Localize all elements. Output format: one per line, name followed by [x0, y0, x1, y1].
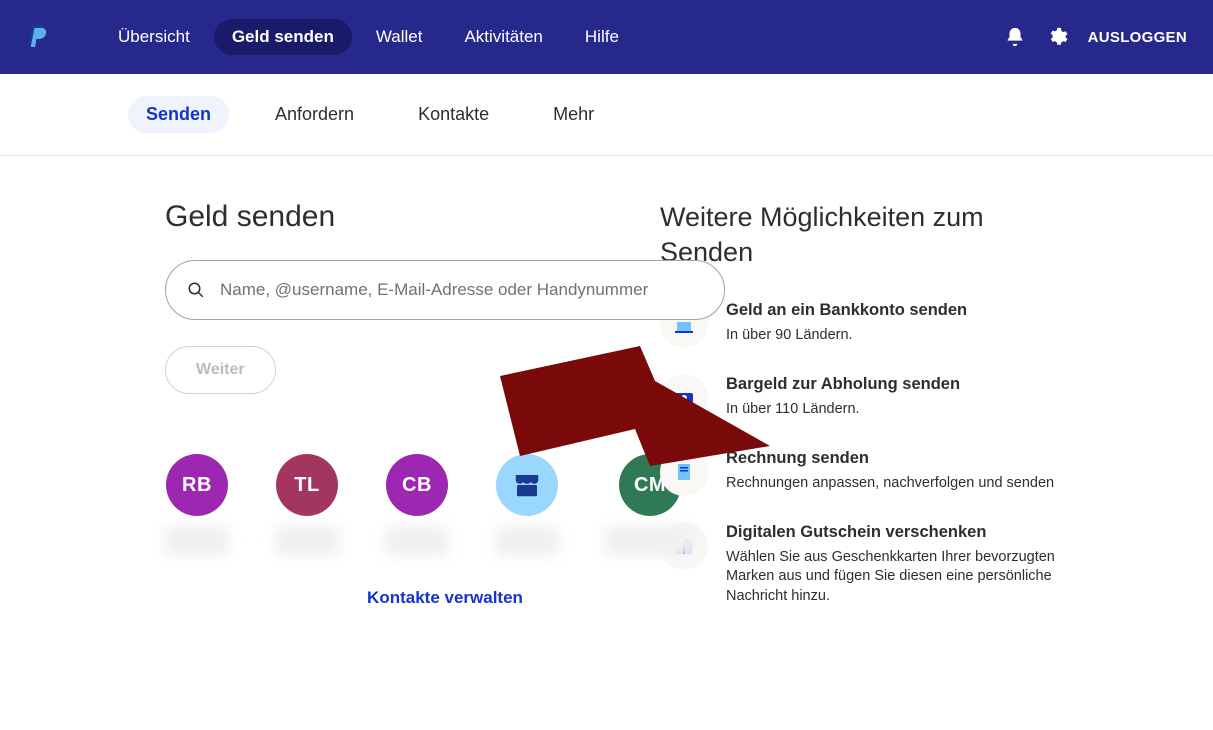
- bell-icon[interactable]: [1004, 26, 1026, 48]
- option-subtitle: In über 90 Ländern.: [726, 326, 967, 346]
- option-subtitle: Rechnungen anpassen, nachverfolgen und s…: [726, 474, 1054, 494]
- contact-name-blurred: [495, 526, 559, 556]
- tab-send[interactable]: Senden: [128, 96, 229, 133]
- tab-more[interactable]: Mehr: [535, 96, 612, 133]
- nav-activity[interactable]: Aktivitäten: [446, 19, 560, 55]
- subtabs-bar: Senden Anfordern Kontakte Mehr: [0, 74, 1213, 156]
- option-subtitle: Wählen Sie aus Geschenkkarten Ihrer bevo…: [726, 548, 1060, 607]
- option-gift-card[interactable]: Digitalen Gutschein verschenken Wählen S…: [660, 522, 1060, 606]
- option-cash-pickup[interactable]: Bargeld zur Abholung senden In über 110 …: [660, 374, 1060, 422]
- nav-send-money[interactable]: Geld senden: [214, 19, 352, 55]
- recipient-input[interactable]: [165, 260, 725, 320]
- search-wrap: [165, 260, 640, 320]
- logout-link[interactable]: AUSLOGGEN: [1088, 29, 1187, 46]
- option-bank-account[interactable]: Geld an ein Bankkonto senden In über 90 …: [660, 300, 1060, 348]
- option-invoice[interactable]: Rechnung senden Rechnungen anpassen, nac…: [660, 448, 1060, 496]
- contact-item[interactable]: CB: [385, 454, 449, 556]
- avatar-shop: [496, 454, 558, 516]
- contact-name-blurred: [605, 526, 695, 556]
- contact-item[interactable]: [495, 454, 559, 556]
- avatar: RB: [166, 454, 228, 516]
- contact-name-blurred: [275, 526, 339, 556]
- shop-icon: [512, 470, 542, 500]
- nav-wallet[interactable]: Wallet: [358, 19, 441, 55]
- option-title: Rechnung senden: [726, 448, 1054, 469]
- contact-name-blurred: [165, 526, 229, 556]
- side-title: Weitere Möglichkeiten zum Senden: [660, 200, 1060, 270]
- recent-contacts: RB TL CB CM: [165, 454, 640, 556]
- nav-right: AUSLOGGEN: [1004, 26, 1187, 48]
- continue-button[interactable]: Weiter: [165, 346, 276, 394]
- gear-icon[interactable]: [1046, 26, 1068, 48]
- nav-overview[interactable]: Übersicht: [100, 19, 208, 55]
- contact-name-blurred: [385, 526, 449, 556]
- contact-item[interactable]: TL: [275, 454, 339, 556]
- main-content: Geld senden Weiter RB TL CB: [0, 156, 1213, 632]
- option-title: Geld an ein Bankkonto senden: [726, 300, 967, 321]
- left-column: Geld senden Weiter RB TL CB: [0, 200, 640, 632]
- top-nav: Übersicht Geld senden Wallet Aktivitäten…: [0, 0, 1213, 74]
- avatar: CB: [386, 454, 448, 516]
- option-title: Digitalen Gutschein verschenken: [726, 522, 1060, 543]
- contact-item[interactable]: RB: [165, 454, 229, 556]
- page-title: Geld senden: [165, 200, 640, 234]
- nav-help[interactable]: Hilfe: [567, 19, 637, 55]
- search-icon: [187, 281, 205, 299]
- cash-icon: [660, 374, 708, 422]
- nav-items: Übersicht Geld senden Wallet Aktivitäten…: [100, 19, 637, 55]
- option-subtitle: In über 110 Ländern.: [726, 400, 960, 420]
- invoice-icon: [660, 448, 708, 496]
- tab-request[interactable]: Anfordern: [257, 96, 372, 133]
- option-title: Bargeld zur Abholung senden: [726, 374, 960, 395]
- tab-contacts[interactable]: Kontakte: [400, 96, 507, 133]
- paypal-logo[interactable]: [26, 23, 50, 51]
- avatar: TL: [276, 454, 338, 516]
